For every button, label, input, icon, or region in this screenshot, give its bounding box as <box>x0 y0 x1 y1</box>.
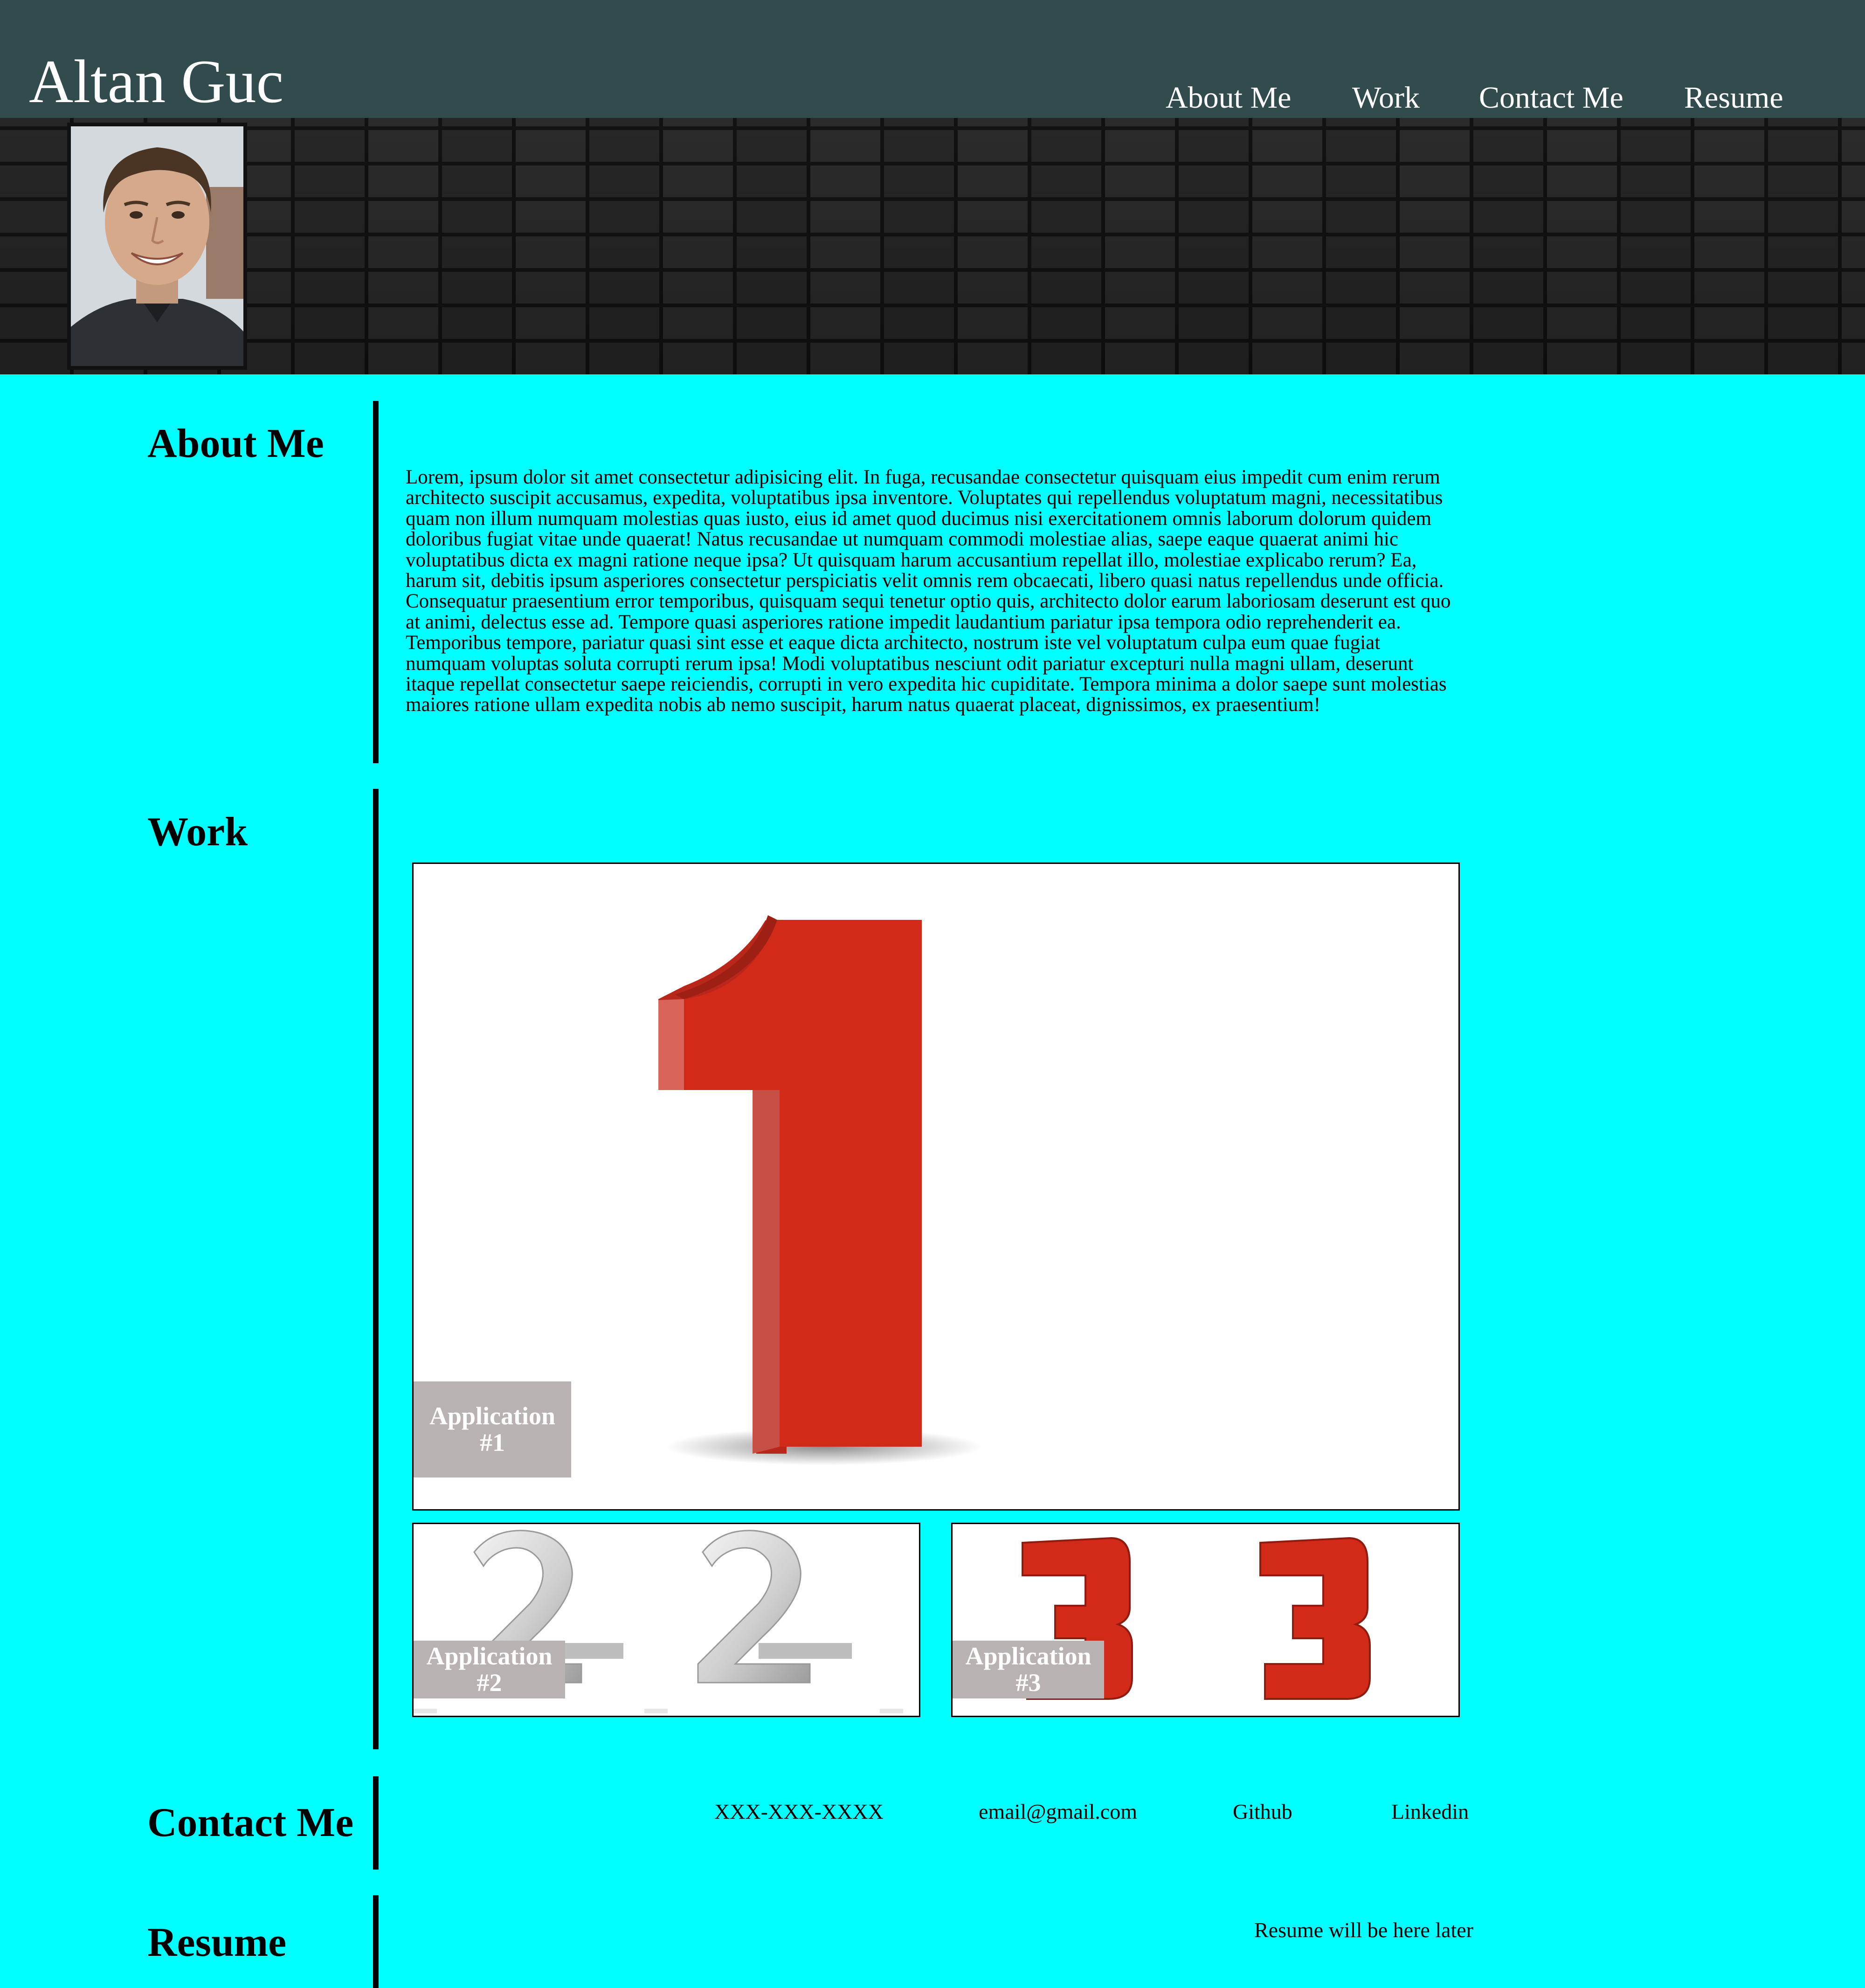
application-2-label: Application #2 <box>414 1641 565 1698</box>
resume-heading: Resume <box>147 1920 287 1965</box>
application-3-label-line2: #3 <box>1015 1669 1041 1697</box>
contact-me-divider <box>373 1776 379 1870</box>
application-2-label-line2: #2 <box>477 1669 502 1697</box>
about-me-divider <box>373 401 379 763</box>
nav-link-work[interactable]: Work <box>1352 79 1420 117</box>
red-three-right <box>1259 1537 1371 1700</box>
profile-photo <box>67 123 247 370</box>
nav-link-contact-me[interactable]: Contact Me <box>1479 79 1623 117</box>
nav-link-resume[interactable]: Resume <box>1684 79 1783 117</box>
resume-divider <box>373 1895 379 1988</box>
profile-photo-image <box>71 126 243 366</box>
main-nav: About Me Work Contact Me Resume <box>0 79 1865 117</box>
application-2-label-line1: Application <box>426 1642 553 1670</box>
application-3-label-line1: Application <box>965 1642 1091 1670</box>
github-link[interactable]: Github <box>1233 1799 1292 1825</box>
header-bar: Altan Guc About Me Work Contact Me Resum… <box>0 0 1865 118</box>
linkedin-link[interactable]: Linkedin <box>1391 1799 1469 1825</box>
silver-two-right <box>697 1530 852 1684</box>
contact-me-heading: Contact Me <box>147 1800 354 1845</box>
application-1-label: Application #1 <box>414 1381 571 1477</box>
application-1-card[interactable]: Application #1 <box>412 863 1460 1511</box>
application-1-label-line2: #1 <box>480 1429 505 1456</box>
work-heading: Work <box>147 809 248 855</box>
about-me-text: Lorem, ipsum dolor sit amet consectetur … <box>406 466 1451 716</box>
application-2-card[interactable]: Application #2 <box>412 1523 920 1717</box>
application-3-label: Application #3 <box>953 1641 1104 1698</box>
application-3-card[interactable]: Application #3 <box>951 1523 1460 1717</box>
resume-placeholder-text: Resume will be here later <box>1254 1918 1474 1942</box>
contact-phone: XXX-XXX-XXXX <box>714 1800 884 1823</box>
contact-email: email@gmail.com <box>979 1800 1137 1823</box>
about-me-heading: About Me <box>147 421 324 466</box>
work-divider <box>373 789 379 1749</box>
brick-wall-banner <box>0 118 1865 374</box>
nav-link-about-me[interactable]: About Me <box>1166 79 1291 117</box>
application-1-label-line1: Application <box>429 1402 556 1430</box>
